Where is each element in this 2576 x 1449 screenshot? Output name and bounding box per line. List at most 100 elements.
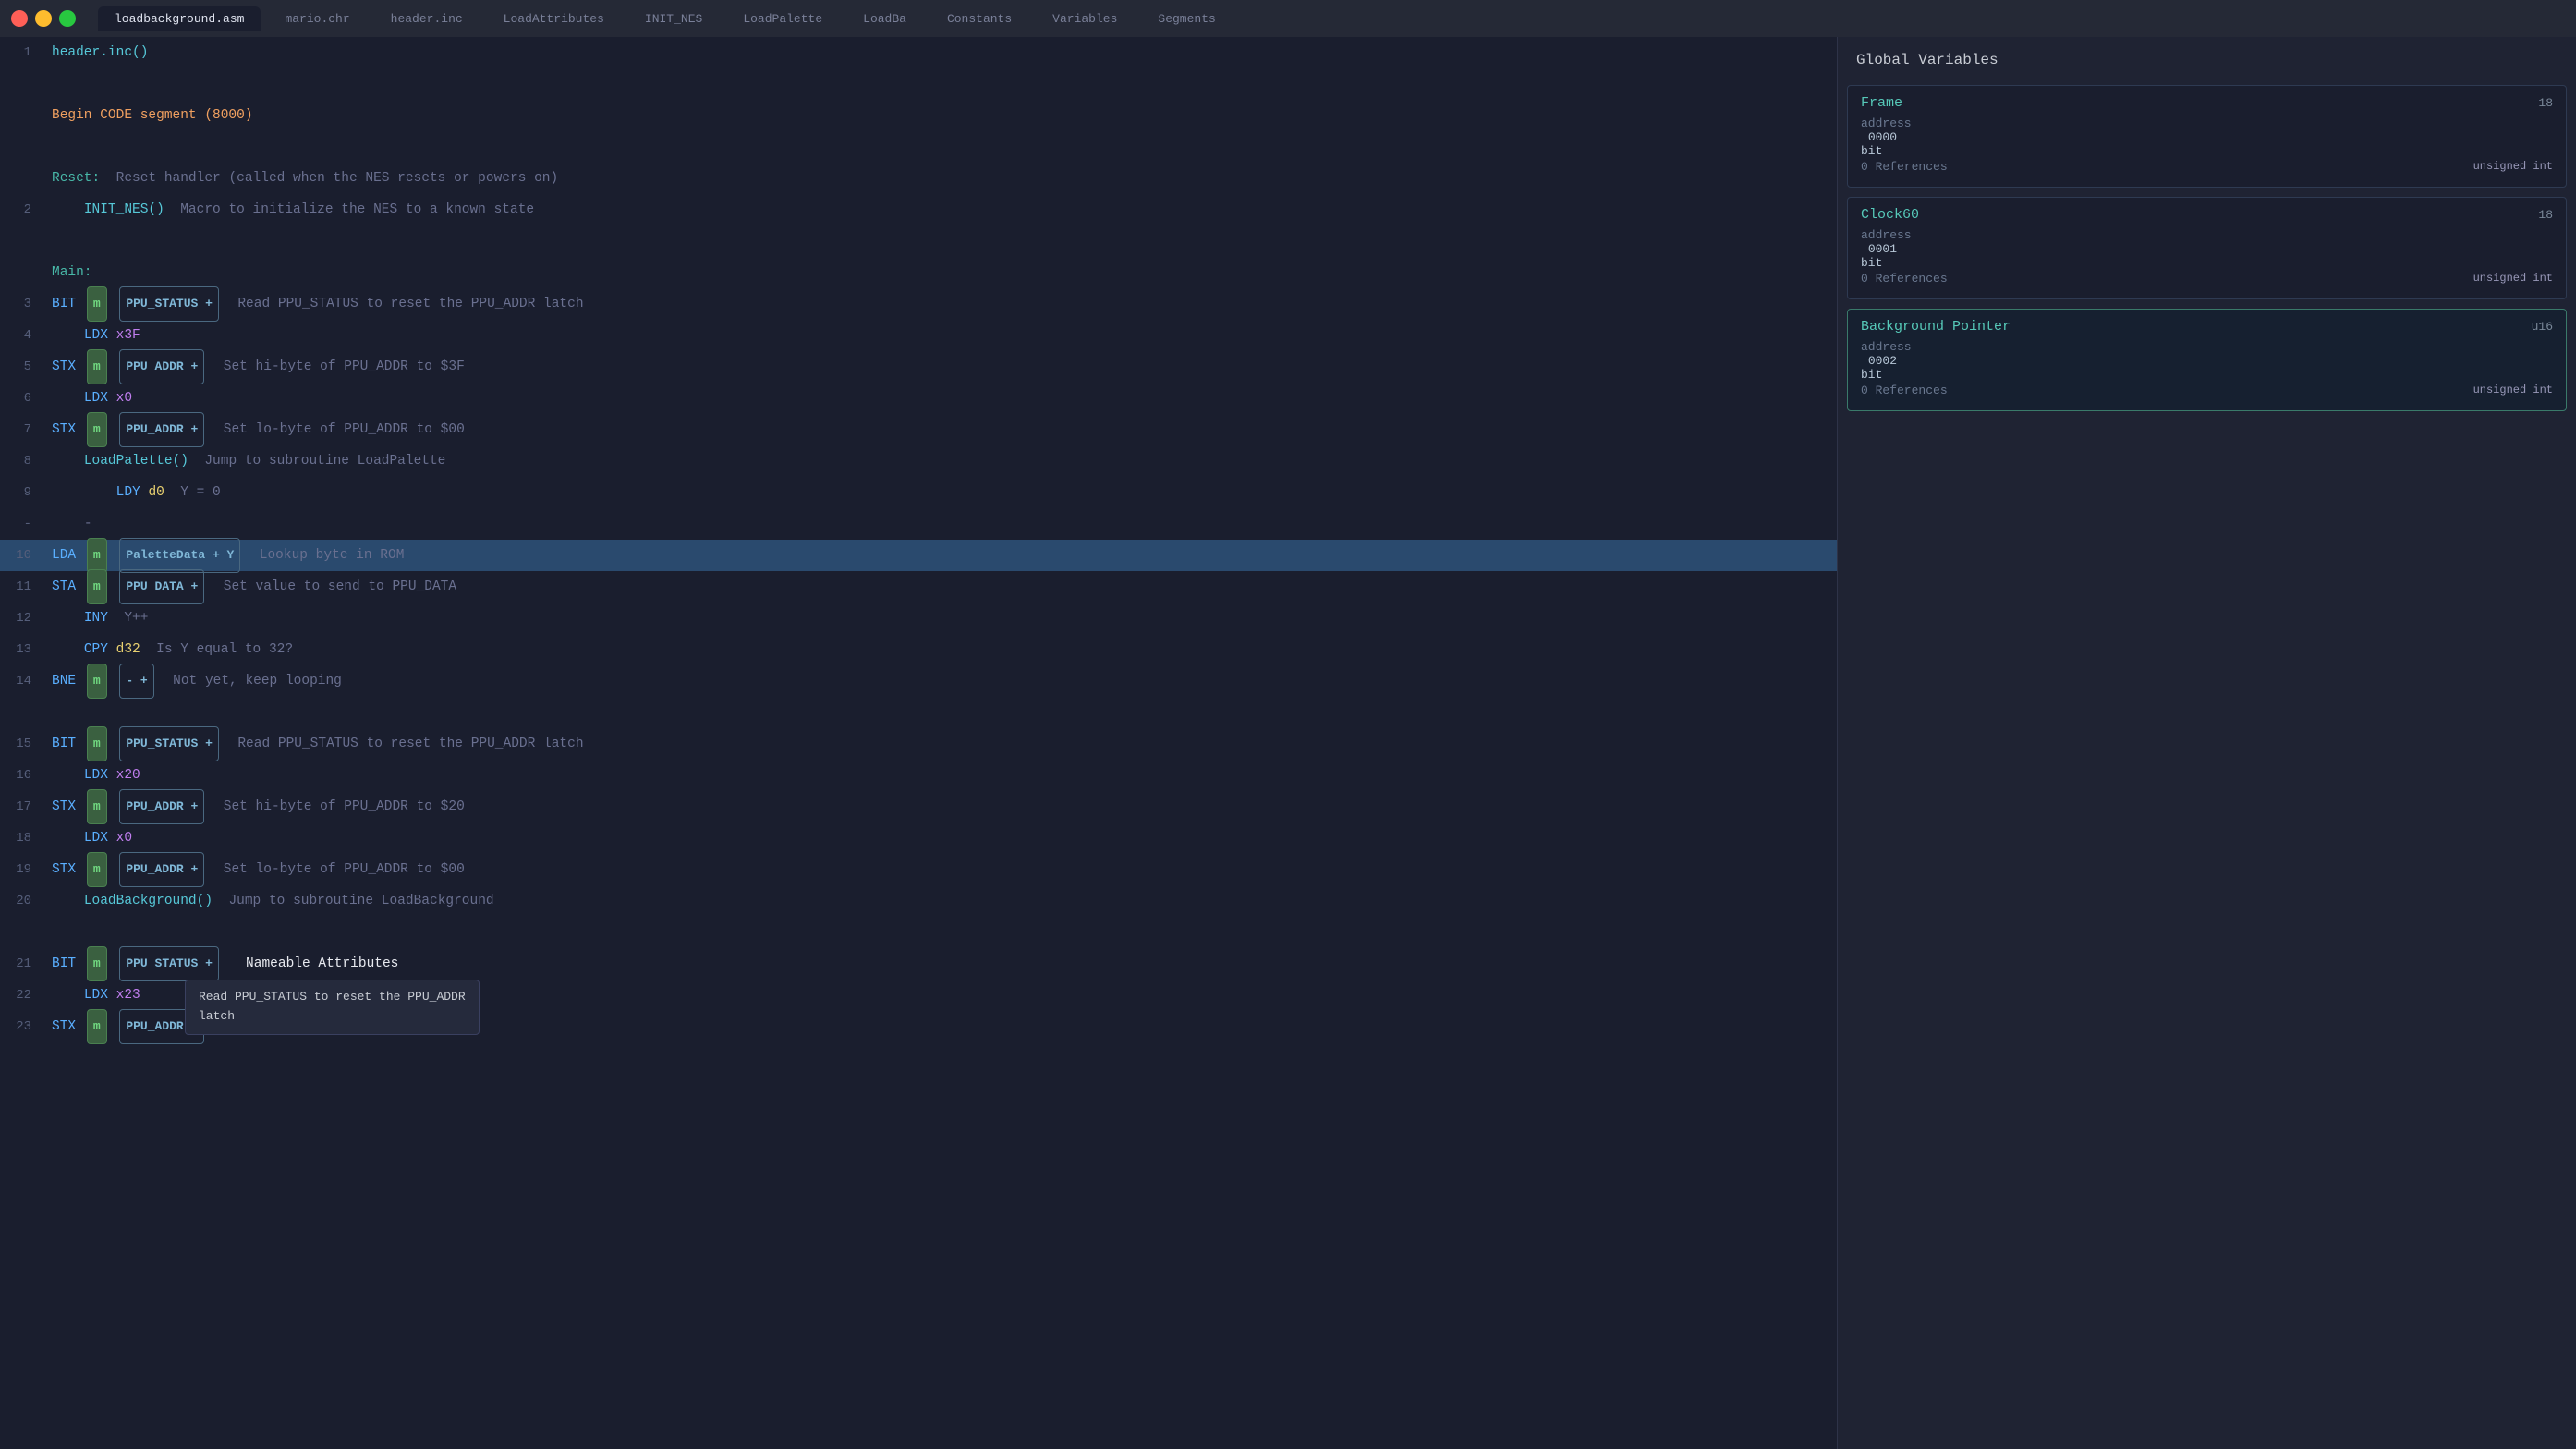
code-line-blank5 xyxy=(0,917,1837,948)
tab-constants[interactable]: Constants xyxy=(930,6,1028,31)
code-line-13: 13 CPY d32 Is Y equal to 32? xyxy=(0,634,1837,665)
line-content: LDX x20 xyxy=(48,760,1837,791)
line-content: BNE m - + Not yet, keep looping xyxy=(48,664,1837,699)
var-refs-bgp: 0 References xyxy=(1861,384,1948,397)
code-line-blank3 xyxy=(0,225,1837,257)
line-number: 2 xyxy=(0,194,48,225)
code-line-reset: Reset: Reset handler (called when the NE… xyxy=(0,163,1837,194)
line-number: 12 xyxy=(0,603,48,634)
line-number: 7 xyxy=(0,414,48,445)
code-line-18: 18 LDX x0 xyxy=(0,822,1837,854)
var-name-clock60: Clock60 xyxy=(1861,207,1919,223)
code-line-21: 21 BIT m PPU_STATUS + Nameable Attribute… xyxy=(0,948,1837,980)
code-line-19: 19 STX m PPU_ADDR + Set lo-byte of PPU_A… xyxy=(0,854,1837,885)
line-content: STX m PPU_ADDR + Set lo-byte of PPU_ADDR… xyxy=(48,412,1837,447)
code-line-dash: - - xyxy=(0,508,1837,540)
close-button[interactable] xyxy=(11,10,28,27)
var-header-clock60: Clock60 18 xyxy=(1861,207,2553,223)
tab-loadbackground[interactable]: loadbackground.asm xyxy=(98,6,261,31)
line-content: Main: xyxy=(48,257,1837,288)
line-content: Reset: Reset handler (called when the NE… xyxy=(48,163,1837,194)
tab-loadba[interactable]: LoadBa xyxy=(846,6,923,31)
line-content: BIT m PPU_STATUS + Nameable Attributes R… xyxy=(48,946,1837,981)
var-size-frame: 18 xyxy=(2538,96,2553,110)
line-content: header.inc() xyxy=(48,37,1837,68)
line-content: BIT m PPU_STATUS + Read PPU_STATUS to re… xyxy=(48,726,1837,761)
code-line-1: 1 header.inc() xyxy=(0,37,1837,68)
line-number: 4 xyxy=(0,320,48,351)
var-address-clock60: address 0001 8 bit xyxy=(1861,228,2553,270)
maximize-button[interactable] xyxy=(59,10,76,27)
var-type-bgp: unsigned int xyxy=(2473,384,2553,399)
line-content: INY Y++ xyxy=(48,603,1837,634)
minimize-button[interactable] xyxy=(35,10,52,27)
var-size-bgp: u16 xyxy=(2532,320,2553,334)
line-number: 22 xyxy=(0,980,48,1011)
tab-init-nes[interactable]: INIT_NES xyxy=(628,6,719,31)
var-address-frame: address 0000 8 bit xyxy=(1861,116,2553,158)
code-line-10: 10 LDA m PaletteData + Y Lookup byte in … xyxy=(0,540,1837,571)
tab-header[interactable]: header.inc xyxy=(374,6,480,31)
line-content: STX m PPU_ADDR + Set hi-byte of PPU_ADDR… xyxy=(48,789,1837,824)
titlebar: loadbackground.asm mario.chr header.inc … xyxy=(0,0,2576,37)
code-line-blank4 xyxy=(0,697,1837,728)
line-content: LDX x3F xyxy=(48,320,1837,351)
traffic-lights xyxy=(11,10,76,27)
tab-loadattributes[interactable]: LoadAttributes xyxy=(487,6,621,31)
line-content: LDA m PaletteData + Y Lookup byte in ROM xyxy=(48,538,1837,573)
line-content: LDX x0 xyxy=(48,383,1837,414)
line-content: LoadBackground() Jump to subroutine Load… xyxy=(48,885,1837,917)
line-number: 14 xyxy=(0,665,48,697)
tab-variables[interactable]: Variables xyxy=(1036,6,1134,31)
line-number: 10 xyxy=(0,540,48,571)
line-number: 21 xyxy=(0,948,48,980)
code-line-6: 6 LDX x0 xyxy=(0,383,1837,414)
var-header-bgp: Background Pointer u16 xyxy=(1861,319,2553,335)
line-content: CPY d32 Is Y equal to 32? xyxy=(48,634,1837,665)
tab-loadpalette[interactable]: LoadPalette xyxy=(726,6,839,31)
code-line-blank1 xyxy=(0,68,1837,100)
var-header-frame: Frame 18 xyxy=(1861,95,2553,111)
code-editor[interactable]: 1 header.inc() Begin CODE segment (8000)… xyxy=(0,37,1837,1449)
code-line-5: 5 STX m PPU_ADDR + Set hi-byte of PPU_AD… xyxy=(0,351,1837,383)
line-number: 1 xyxy=(0,37,48,68)
line-number: 17 xyxy=(0,791,48,822)
line-number: 5 xyxy=(0,351,48,383)
var-size-clock60: 18 xyxy=(2538,208,2553,222)
line-content: INIT_NES() Macro to initialize the NES t… xyxy=(48,194,1837,225)
line-number: 11 xyxy=(0,571,48,603)
line-number: 18 xyxy=(0,822,48,854)
var-refs-frame: 0 References xyxy=(1861,160,1948,174)
code-line-7: 7 STX m PPU_ADDR + Set lo-byte of PPU_AD… xyxy=(0,414,1837,445)
line-number: 23 xyxy=(0,1011,48,1042)
var-card-frame[interactable]: Frame 18 address 0000 8 bit 0 References… xyxy=(1847,85,2567,188)
line-content: LDX x0 xyxy=(48,822,1837,854)
line-number: - xyxy=(0,508,48,540)
line-content: BIT m PPU_STATUS + Read PPU_STATUS to re… xyxy=(48,286,1837,322)
var-type-frame: unsigned int xyxy=(2473,160,2553,176)
line-number: 6 xyxy=(0,383,48,414)
code-line-9: 9 LDY d0 Y = 0 xyxy=(0,477,1837,508)
line-number: 20 xyxy=(0,885,48,917)
tab-segments[interactable]: Segments xyxy=(1141,6,1232,31)
code-line-12: 12 INY Y++ xyxy=(0,603,1837,634)
tab-mario[interactable]: mario.chr xyxy=(268,6,366,31)
var-type-clock60: unsigned int xyxy=(2473,272,2553,287)
line-number: 13 xyxy=(0,634,48,665)
var-address-bgp: address 0002 16 bit xyxy=(1861,340,2553,382)
code-line-4: 4 LDX x3F xyxy=(0,320,1837,351)
line-number: 16 xyxy=(0,760,48,791)
code-line-11: 11 STA m PPU_DATA + Set value to send to… xyxy=(0,571,1837,603)
code-line-14: 14 BNE m - + Not yet, keep looping xyxy=(0,665,1837,697)
var-card-background-pointer[interactable]: Background Pointer u16 address 0002 16 b… xyxy=(1847,309,2567,411)
line-content: Begin CODE segment (8000) xyxy=(48,100,1837,131)
code-line-2: 2 INIT_NES() Macro to initialize the NES… xyxy=(0,194,1837,225)
line-number: 9 xyxy=(0,477,48,508)
code-line-16: 16 LDX x20 xyxy=(0,760,1837,791)
line-content: LDY d0 Y = 0 xyxy=(48,477,1837,508)
var-card-clock60[interactable]: Clock60 18 address 0001 8 bit 0 Referenc… xyxy=(1847,197,2567,299)
code-line-3: 3 BIT m PPU_STATUS + Read PPU_STATUS to … xyxy=(0,288,1837,320)
line-content: STA m PPU_DATA + Set value to send to PP… xyxy=(48,569,1837,604)
line-number: 3 xyxy=(0,288,48,320)
line-content: STX m PPU_ADDR + Set lo-byte of PPU_ADDR… xyxy=(48,852,1837,887)
